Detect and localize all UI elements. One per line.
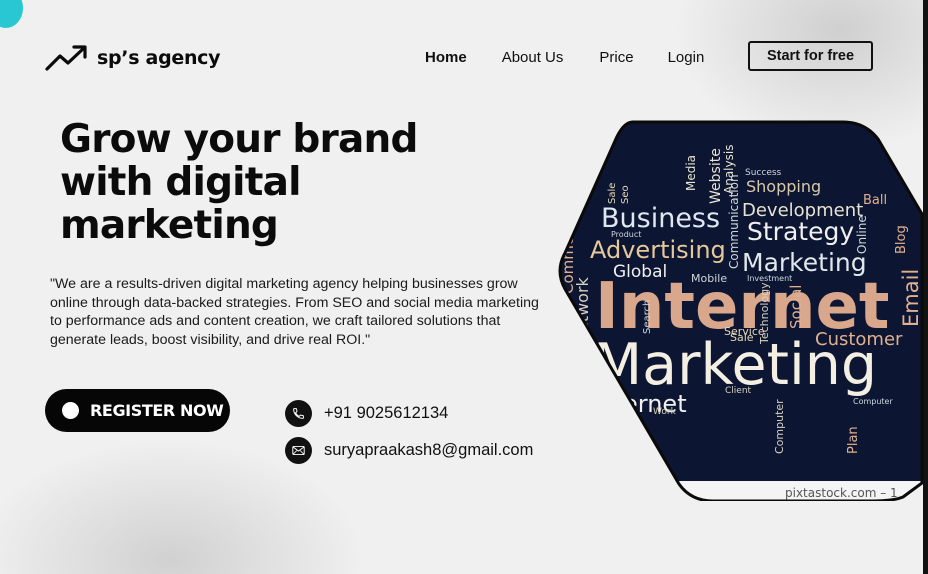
mail-icon [285,437,312,464]
nav-about-link[interactable]: About Us [502,49,564,66]
phone-icon [285,400,312,427]
nav-home-link[interactable]: Home [425,49,467,66]
contact-phone[interactable]: +91 9025612134 [285,400,448,427]
word-sale: Sale [730,331,754,344]
word-marketing-small: Marketing [742,248,867,277]
register-now-label: REGISTER NOW [90,401,224,420]
word-investment: Investment [747,274,792,283]
word-seo: Seo [620,185,631,204]
brand-logo[interactable]: sp’s agency [45,44,221,71]
word-client: Client [725,386,752,396]
word-online: Online [855,215,869,254]
word-communication: Communication [727,174,741,269]
phone-number: +91 9025612134 [324,404,449,422]
word-mobile: Mobile [691,272,727,285]
word-social: Social [787,285,805,329]
word-development: Development [742,200,863,221]
word-search: Search [642,300,653,334]
register-now-button[interactable]: REGISTER NOW [45,389,230,432]
contact-email[interactable]: suryapraakash8@gmail.com [285,437,533,464]
start-for-free-button[interactable]: Start for free [748,41,873,71]
word-email: Email [899,269,923,327]
word-plan: Plan [846,426,861,454]
word-shopping: Shopping [746,177,821,196]
main-nav: Home About Us Price Login [425,49,738,66]
word-sale-v: Sale [607,183,618,204]
hero-headline: Grow your brand with digital marketing [60,117,418,248]
word-technology: Technology [758,282,771,345]
nav-login-link[interactable]: Login [668,49,705,66]
word-success: Success [745,168,782,178]
watermark-text: pixtastock.com – 1 [785,486,898,500]
word-computer: Computer [853,397,893,406]
word-product: Product [611,230,641,239]
hero-description: "We are a results-driven digital marketi… [50,276,539,348]
trending-up-icon [45,44,88,71]
nav-price-link[interactable]: Price [599,49,633,66]
word-strategy: Strategy [747,217,854,246]
word-advertising: Advertising [590,236,726,264]
email-address: suryapraakash8@gmail.com [324,441,534,459]
word-global: Global [613,262,667,282]
word-media: Media [684,155,698,191]
word-computer-v: Computer [773,399,786,454]
word-blog: Blog [894,225,909,254]
word-ball: Ball [863,193,887,208]
circle-icon [62,402,79,419]
brand-name: sp’s agency [97,46,221,69]
word-customer: Customer [815,329,903,350]
word-work: Work [653,407,677,417]
internet-marketing-word-cloud-image: pixtastock.com – 1 Internet Marketing Bu… [553,119,925,501]
